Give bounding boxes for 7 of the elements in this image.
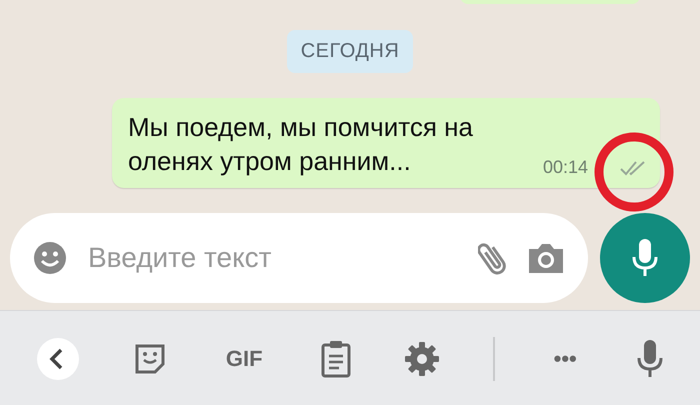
message-time: 00:14 <box>542 157 588 178</box>
toolbar-label[interactable]: ••• <box>548 340 583 378</box>
message-text: Мы поедем, мы помчится на <box>128 111 473 144</box>
toolbar-label[interactable]: GIF <box>220 340 269 378</box>
message-input[interactable]: Введите текст <box>86 241 460 275</box>
message-text: оленях утром ранним... <box>128 145 411 178</box>
date-label: СЕГОДНЯ <box>286 30 414 73</box>
